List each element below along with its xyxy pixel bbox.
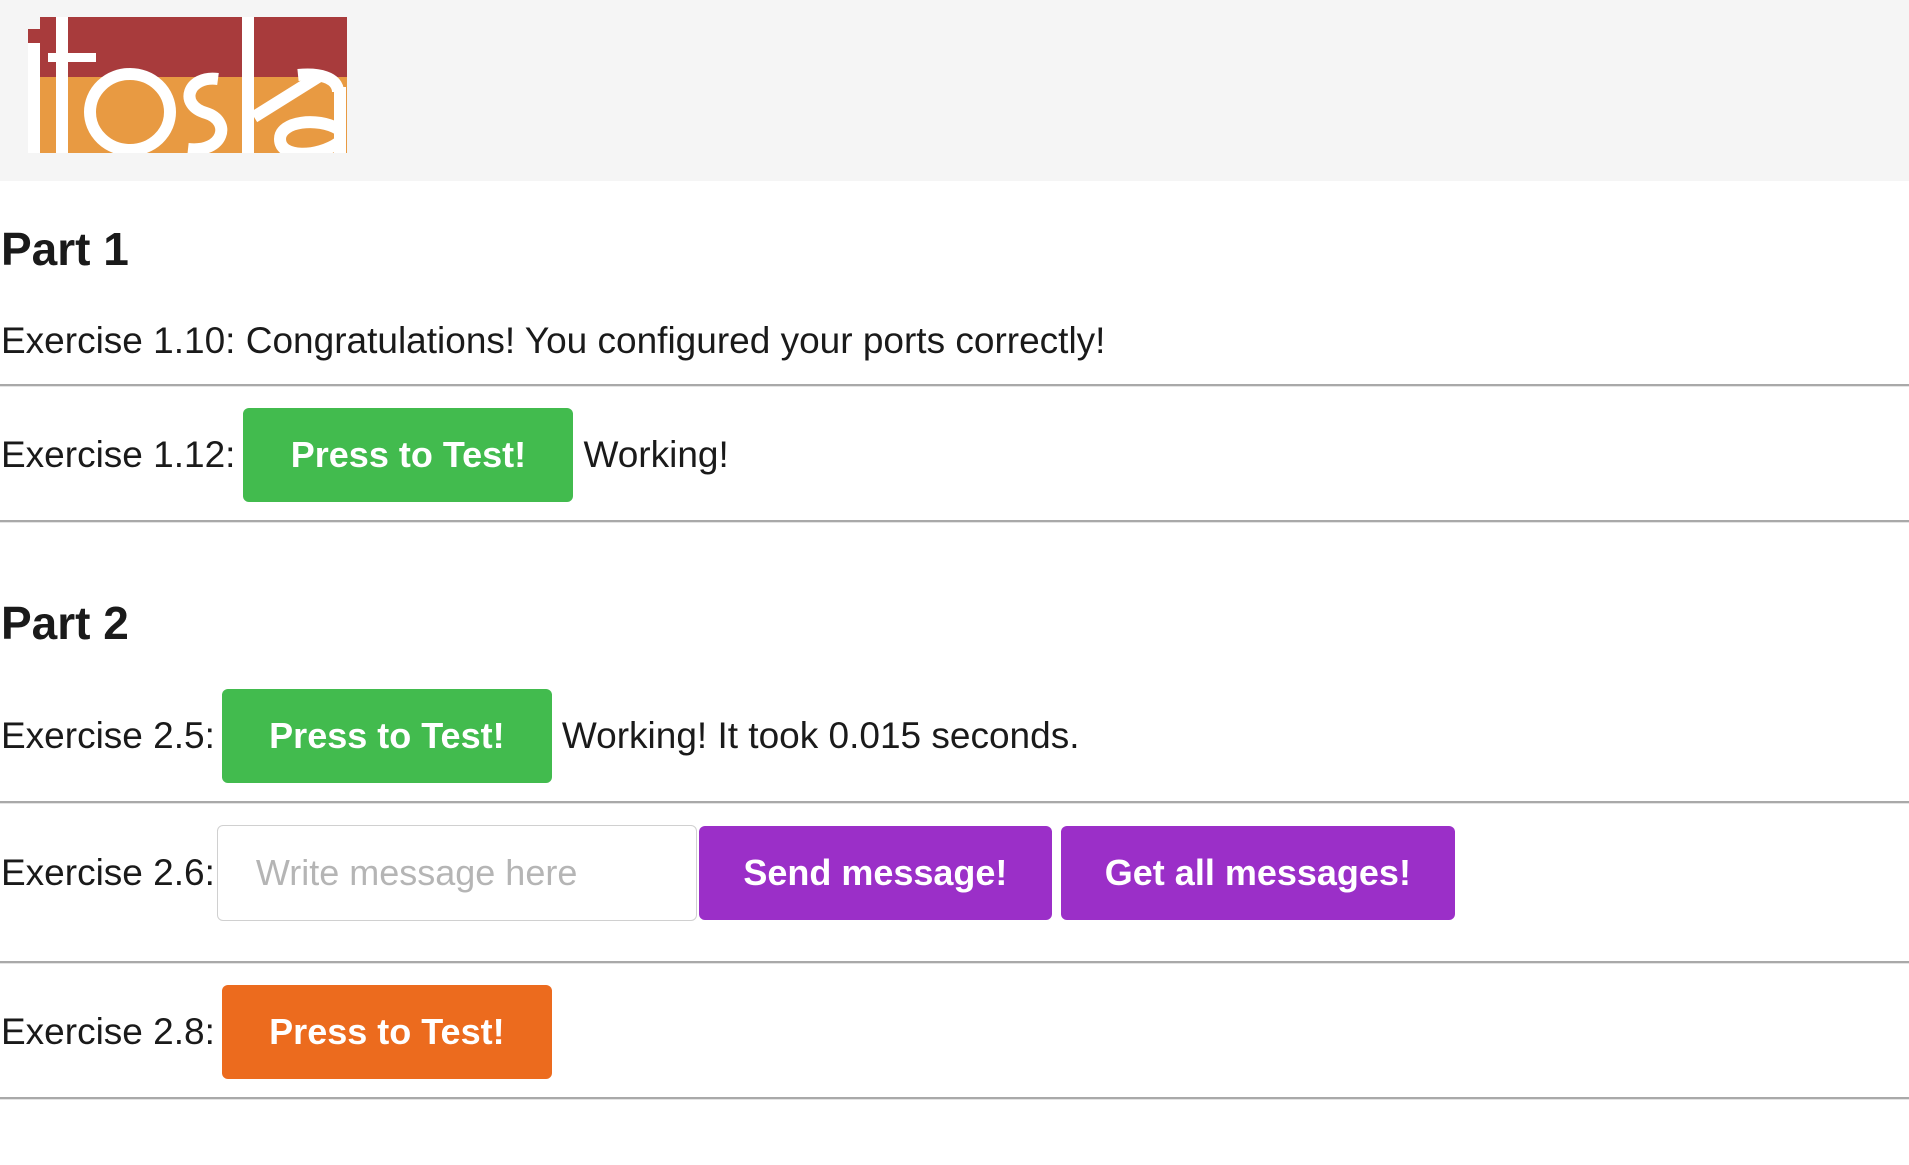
exercise-1-12-label: Exercise 1.12:: [1, 434, 236, 475]
divider: [0, 801, 1909, 804]
exercise-2-6-row: Exercise 2.6: Send message! Get all mess…: [0, 825, 1909, 921]
exercise-2-8-row: Exercise 2.8: Press to Test!: [0, 985, 1909, 1079]
exercise-2-6-label: Exercise 2.6:: [1, 852, 215, 893]
divider: [0, 384, 1909, 387]
get-all-messages-button[interactable]: Get all messages!: [1060, 826, 1455, 920]
send-message-button[interactable]: Send message!: [698, 826, 1052, 920]
divider: [0, 1097, 1909, 1100]
exercise-1-10-row: Exercise 1.10: Congratulations! You conf…: [1, 320, 1105, 362]
header-bar: [0, 0, 1909, 181]
exercise-1-12-test-button[interactable]: Press to Test!: [243, 408, 574, 502]
exercise-2-5-test-button[interactable]: Press to Test!: [221, 689, 552, 783]
divider: [0, 520, 1909, 523]
itoska-logo: [18, 17, 347, 160]
exercise-1-12-row: Exercise 1.12: Press to Test! Working!: [0, 408, 1909, 502]
part-1-heading: Part 1: [1, 223, 129, 275]
divider: [0, 961, 1909, 964]
exercise-2-5-status: Working! It took 0.015 seconds.: [561, 715, 1080, 756]
part-2-heading: Part 2: [1, 597, 129, 649]
exercise-1-10-message: Congratulations! You configured your por…: [245, 320, 1106, 361]
exercise-2-8-test-button[interactable]: Press to Test!: [221, 985, 552, 1079]
exercise-1-12-status: Working!: [583, 434, 729, 475]
message-input[interactable]: [216, 825, 697, 921]
exercise-2-5-label: Exercise 2.5:: [1, 715, 215, 756]
exercise-1-10-label: Exercise 1.10:: [1, 320, 236, 361]
exercise-2-8-label: Exercise 2.8:: [1, 1011, 215, 1052]
exercise-2-5-row: Exercise 2.5: Press to Test! Working! It…: [0, 689, 1909, 783]
